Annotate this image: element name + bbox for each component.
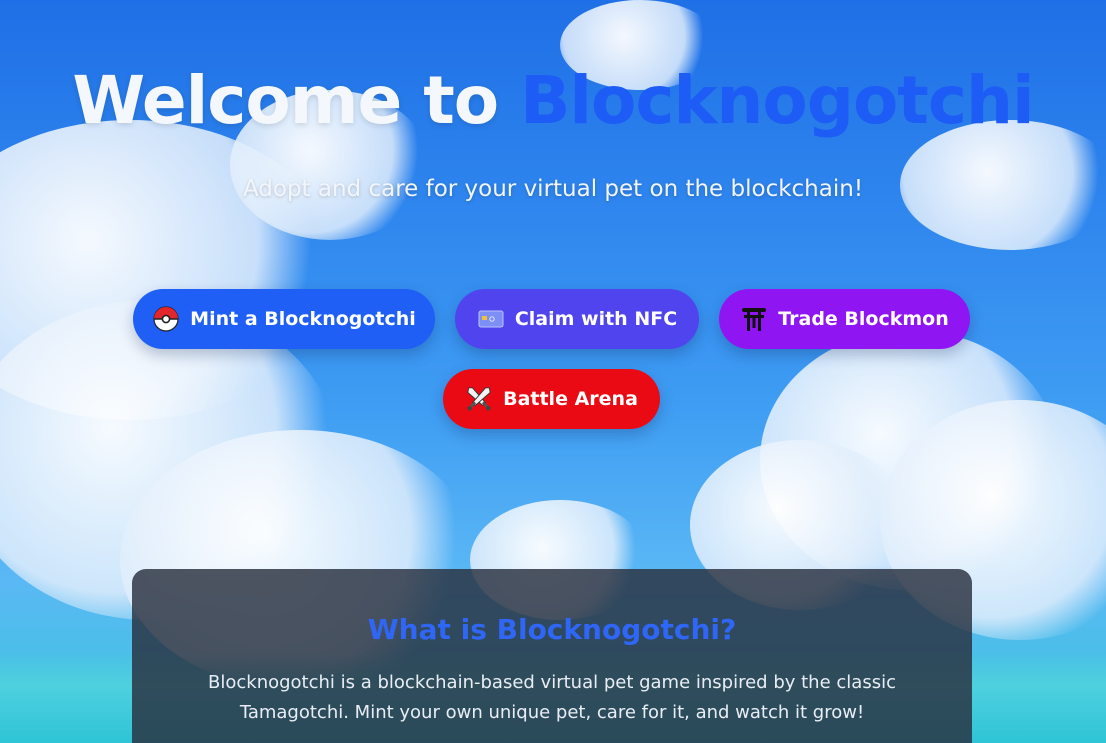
landing-page: Welcome to Blocknogotchi Adopt and care …	[0, 0, 1106, 743]
title-brand: Blocknogotchi	[520, 62, 1034, 139]
battle-arena-button[interactable]: Battle Arena	[443, 369, 660, 429]
crossed-swords-icon	[465, 385, 493, 413]
page-title: Welcome to Blocknogotchi	[0, 62, 1106, 139]
about-description: Blocknogotchi is a blockchain-based virt…	[208, 672, 896, 723]
hero-subtitle: Adopt and care for your virtual pet on t…	[242, 176, 864, 202]
claim-nfc-button[interactable]: Claim with NFC	[455, 289, 699, 349]
claim-nfc-button-label: Claim with NFC	[514, 308, 678, 330]
trade-blockmon-button-label: Trade Blockmon	[778, 308, 949, 330]
pokeball-icon	[152, 305, 180, 333]
torii-gate-icon	[740, 305, 768, 333]
trade-blockmon-button[interactable]: Trade Blockmon	[719, 289, 970, 349]
nfc-card-icon	[477, 305, 505, 333]
about-title: What is Blocknogotchi?	[367, 613, 737, 646]
mint-button-label: Mint a Blocknogotchi	[190, 308, 416, 330]
mint-button[interactable]: Mint a Blocknogotchi	[133, 289, 435, 349]
battle-arena-button-label: Battle Arena	[503, 388, 638, 410]
about-card: What is Blocknogotchi? Blocknogotchi is …	[132, 569, 972, 743]
title-welcome: Welcome to	[72, 62, 521, 139]
